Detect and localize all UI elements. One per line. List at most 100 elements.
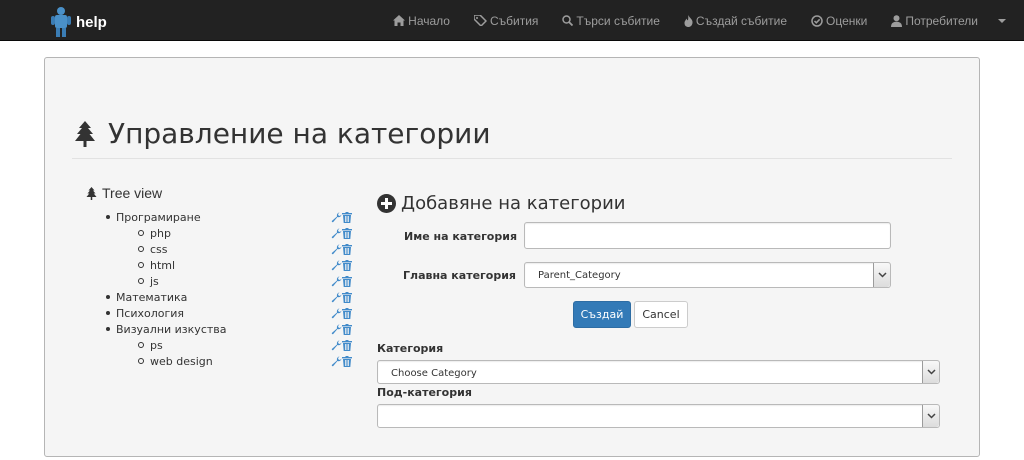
tree-row-action-icons <box>331 338 352 352</box>
wrench-icon[interactable] <box>331 292 342 303</box>
nav-item-events[interactable]: Събития <box>462 0 550 41</box>
category-select[interactable]: Choose Category <box>377 360 940 384</box>
wrench-icon[interactable] <box>331 356 342 367</box>
parent-category-select[interactable]: Parent_Category <box>524 262 891 288</box>
nav-item-label: Търси събитие <box>576 13 660 28</box>
nav-item-home[interactable]: Начало <box>381 0 462 41</box>
tree-item-level2[interactable]: ps <box>138 337 163 353</box>
chevron-down-icon <box>922 405 939 427</box>
wrench-icon[interactable] <box>331 260 342 271</box>
tree-item-level2[interactable]: php <box>138 225 171 241</box>
tree-item-label: js <box>150 274 159 288</box>
user-icon <box>891 14 903 27</box>
bullet <box>138 358 144 364</box>
tree-icon <box>75 120 95 147</box>
tree-row-action-icons <box>331 258 352 272</box>
trash-icon[interactable] <box>342 307 352 319</box>
tree-item-level2[interactable]: web design <box>138 353 213 369</box>
nav-item-label: Оценки <box>826 13 868 28</box>
create-button[interactable]: Създай <box>573 301 631 328</box>
tree-item-label: css <box>150 242 168 256</box>
brand-logo[interactable]: help <box>50 6 107 38</box>
tree-item-label: Визуални изкуства <box>116 322 227 336</box>
search-icon <box>562 15 574 26</box>
trash-icon[interactable] <box>342 323 352 335</box>
tree-item-label: Математика <box>116 290 188 304</box>
tree-row-action-icons <box>331 210 352 224</box>
tree-row-action-icons <box>331 274 352 288</box>
cancel-button[interactable]: Cancel <box>634 301 688 328</box>
add-category-heading: Добавяне на категории <box>377 193 625 214</box>
nav-item-search-event[interactable]: Търси събитие <box>550 0 672 41</box>
nav-menu: Начало Събития Търси събитие Създай съби… <box>381 0 1024 41</box>
category-name-label: Име на категория <box>404 230 518 243</box>
nav-item-label: Потребители <box>905 13 978 28</box>
add-category-title: Добавяне на категории <box>401 193 626 214</box>
trash-icon[interactable] <box>342 291 352 303</box>
tree-item-level2[interactable]: html <box>138 257 175 273</box>
bullet <box>106 311 110 315</box>
wrench-icon[interactable] <box>331 340 342 351</box>
wrench-icon[interactable] <box>331 212 342 223</box>
tree-row-action-icons <box>331 354 352 368</box>
top-navbar: help Начало Събития Търси събитие Създай… <box>0 0 1024 41</box>
bullet <box>138 246 144 252</box>
tree-item-level2[interactable]: js <box>138 273 159 289</box>
bullet <box>138 262 144 268</box>
tree-item-label: web design <box>150 354 213 368</box>
fire-icon <box>684 14 693 27</box>
category-name-input[interactable] <box>524 222 891 249</box>
tree-item-level1[interactable]: Математика <box>106 289 187 305</box>
category-value: Choose Category <box>391 368 477 379</box>
tree-item-label: ps <box>150 338 163 352</box>
tags-icon <box>473 15 487 26</box>
caret-down-icon[interactable] <box>998 18 1006 23</box>
bullet <box>106 295 110 299</box>
nav-item-label: Създай събитие <box>695 13 787 28</box>
plus-circle-icon <box>377 194 396 213</box>
tree-icon <box>86 186 97 200</box>
trash-icon[interactable] <box>342 259 352 271</box>
bullet <box>138 278 144 284</box>
trash-icon[interactable] <box>342 243 352 255</box>
nav-item-ratings[interactable]: Оценки <box>799 0 879 41</box>
tree-item-level1[interactable]: Визуални изкуства <box>106 321 227 337</box>
chevron-down-icon <box>922 361 939 383</box>
wrench-icon[interactable] <box>331 244 342 255</box>
trash-icon[interactable] <box>342 355 352 367</box>
tree-item-label: Психология <box>116 306 185 320</box>
bullet <box>106 327 110 331</box>
parent-category-label: Главна категория <box>403 269 516 282</box>
check-circle-icon <box>811 14 823 27</box>
wrench-icon[interactable] <box>331 308 342 319</box>
subcategory-select[interactable] <box>377 404 940 428</box>
tree-row-action-icons <box>331 306 352 320</box>
home-icon <box>393 15 406 26</box>
wrench-icon[interactable] <box>331 324 342 335</box>
wrench-icon[interactable] <box>331 228 342 239</box>
subcategory-label: Под-категория <box>377 386 472 399</box>
title-divider <box>72 158 952 159</box>
tree-item-label: Програмиране <box>116 210 201 224</box>
trash-icon[interactable] <box>342 211 352 223</box>
bullet <box>138 342 144 348</box>
nav-item-users[interactable]: Потребители <box>879 0 990 41</box>
tree-row-action-icons <box>331 242 352 256</box>
tree-item-level2[interactable]: css <box>138 241 168 257</box>
mascot-icon <box>51 7 71 37</box>
nav-item-label: Събития <box>489 13 539 28</box>
page-title: Управление на категории <box>74 117 491 150</box>
trash-icon[interactable] <box>342 339 352 351</box>
wrench-icon[interactable] <box>331 276 342 287</box>
trash-icon[interactable] <box>342 227 352 239</box>
tree-item-level1[interactable]: Програмиране <box>106 209 201 225</box>
nav-item-create-event[interactable]: Създай събитие <box>672 0 799 41</box>
trash-icon[interactable] <box>342 275 352 287</box>
tree-view-title: Tree view <box>102 185 163 201</box>
page-title-text: Управление на категории <box>108 117 491 150</box>
bullet <box>106 215 110 219</box>
bullet <box>138 230 144 236</box>
tree-row-action-icons <box>331 226 352 240</box>
tree-item-label: html <box>150 258 176 272</box>
tree-item-level1[interactable]: Психология <box>106 305 184 321</box>
